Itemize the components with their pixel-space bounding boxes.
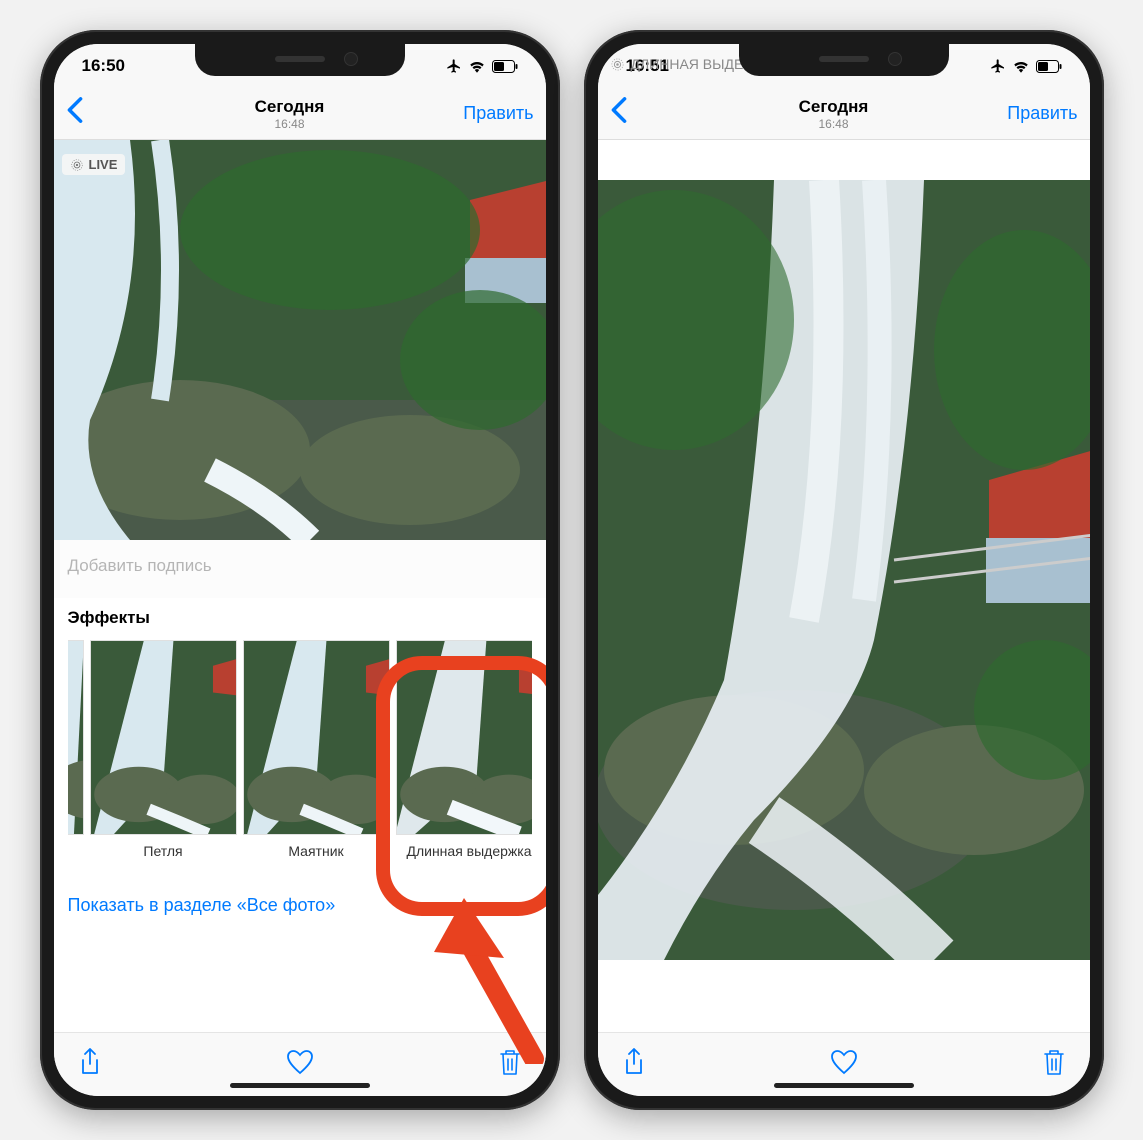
effects-row[interactable]: Петля Маятник — [68, 640, 532, 859]
chevron-left-icon — [610, 96, 628, 124]
trash-icon — [498, 1048, 522, 1076]
notch — [739, 44, 949, 76]
effects-section: Эффекты — [54, 598, 546, 859]
effect-card-bounce[interactable]: Маятник — [243, 640, 390, 859]
effect-card-loop[interactable]: Петля — [90, 640, 237, 859]
share-icon — [622, 1047, 646, 1077]
nav-bar: Сегодня 16:48 Править — [54, 88, 546, 140]
phone-frame-right: 16:51 Сегодня 16:48 Править ДЛИННАЯ ВЫДЕ… — [584, 30, 1104, 1110]
wifi-icon — [468, 59, 486, 73]
screen-left: 16:50 Сегодня 16:48 Править LIVE — [54, 44, 546, 1096]
delete-button[interactable] — [498, 1048, 522, 1081]
caption-input[interactable]: Добавить подпись — [54, 540, 546, 598]
effect-label: Петля — [90, 843, 237, 859]
edit-button[interactable]: Править — [998, 103, 1078, 124]
status-indicators — [990, 58, 1062, 74]
effect-thumb-image — [397, 641, 532, 834]
content-right: ДЛИННАЯ ВЫДЕРЖКА — [598, 140, 1090, 1096]
effect-label: Маятник — [243, 843, 390, 859]
effect-thumb-image — [91, 641, 236, 834]
back-button[interactable] — [610, 96, 670, 131]
home-indicator — [774, 1083, 914, 1088]
nav-bar: Сегодня 16:48 Править — [598, 88, 1090, 140]
heart-icon — [286, 1049, 314, 1075]
photo-long-exposure — [598, 180, 1090, 960]
live-icon — [70, 158, 84, 172]
effect-card-0[interactable] — [68, 640, 84, 859]
nav-title: Сегодня — [670, 97, 998, 117]
photo-thumbnail — [54, 140, 546, 540]
home-indicator — [230, 1083, 370, 1088]
photo-hero[interactable]: LIVE — [54, 140, 546, 540]
show-in-all-photos-link[interactable]: Показать в разделе «Все фото» — [68, 895, 532, 916]
notch — [195, 44, 405, 76]
effect-label: Длинная выдержка — [396, 843, 532, 859]
share-icon — [78, 1047, 102, 1077]
delete-button[interactable] — [1042, 1048, 1066, 1081]
share-button[interactable] — [78, 1047, 102, 1082]
phone-frame-left: 16:50 Сегодня 16:48 Править LIVE — [40, 30, 560, 1110]
photo-hero[interactable] — [598, 180, 1090, 960]
favorite-button[interactable] — [830, 1049, 858, 1080]
effect-thumb-image — [244, 641, 389, 834]
airplane-icon — [446, 58, 462, 74]
screen-right: 16:51 Сегодня 16:48 Править ДЛИННАЯ ВЫДЕ… — [598, 44, 1090, 1096]
status-indicators — [446, 58, 518, 74]
content-left: LIVE Добавить подпись — [54, 140, 546, 1096]
nav-title-group: Сегодня 16:48 — [670, 97, 998, 131]
back-button[interactable] — [66, 96, 126, 131]
battery-icon — [492, 60, 518, 73]
caption-placeholder: Добавить подпись — [68, 556, 212, 575]
wifi-icon — [1012, 59, 1030, 73]
status-time: 16:50 — [82, 56, 125, 76]
edit-button[interactable]: Править — [454, 103, 534, 124]
live-badge-text: LIVE — [89, 157, 118, 172]
trash-icon — [1042, 1048, 1066, 1076]
share-button[interactable] — [622, 1047, 646, 1082]
nav-title: Сегодня — [126, 97, 454, 117]
effect-thumb-image — [68, 641, 83, 834]
heart-icon — [830, 1049, 858, 1075]
favorite-button[interactable] — [286, 1049, 314, 1080]
live-badge: LIVE — [62, 154, 126, 175]
nav-title-group: Сегодня 16:48 — [126, 97, 454, 131]
effect-card-long-exposure[interactable]: Длинная выдержка — [396, 640, 532, 859]
battery-icon — [1036, 60, 1062, 73]
airplane-icon — [990, 58, 1006, 74]
chevron-left-icon — [66, 96, 84, 124]
nav-subtitle: 16:48 — [126, 117, 454, 131]
nav-subtitle: 16:48 — [670, 117, 998, 131]
effects-title: Эффекты — [68, 608, 532, 628]
